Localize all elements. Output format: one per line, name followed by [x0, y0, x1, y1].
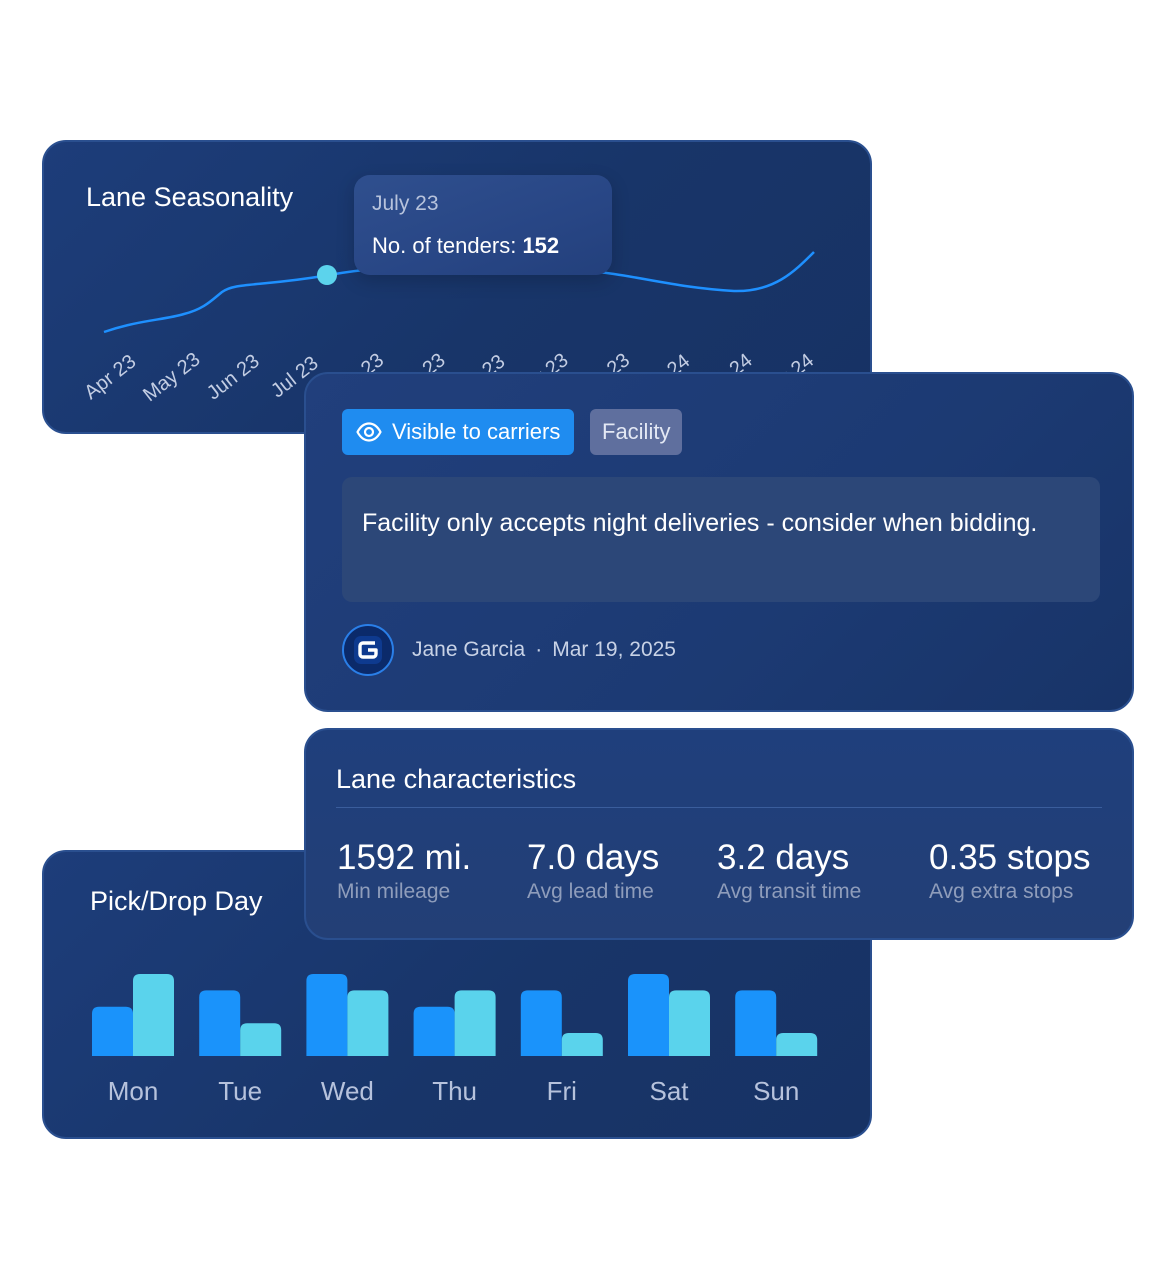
- bar-tue-series-1[interactable]: [199, 990, 241, 1056]
- x-tick-label: May 23: [139, 348, 204, 406]
- day-label: Mon: [108, 1076, 159, 1106]
- eye-icon: [356, 422, 382, 442]
- author-name[interactable]: Jane Garcia: [412, 638, 525, 662]
- metric-value: 1592 mi.: [337, 838, 472, 877]
- bar-wed-series-2[interactable]: [347, 990, 389, 1056]
- metric-avg-transit-time: 3.2 days Avg transit time: [717, 838, 861, 904]
- bar-tue-series-2[interactable]: [240, 1023, 282, 1056]
- g-logo-icon: [353, 635, 383, 665]
- tooltip-date: July 23: [372, 192, 439, 215]
- bar-thu-series-1[interactable]: [413, 1006, 455, 1056]
- bar-mon-series-1[interactable]: [92, 1006, 133, 1056]
- tooltip-label: No. of tenders:: [372, 233, 517, 258]
- note-date: Mar 19, 2025: [552, 638, 676, 661]
- metric-value: 7.0 days: [527, 838, 660, 877]
- x-tick-label: Jun 23: [203, 350, 264, 404]
- bar-wed-series-1[interactable]: [306, 974, 348, 1056]
- separator-dot: ·: [535, 638, 543, 661]
- metric-value: 3.2 days: [717, 838, 850, 877]
- day-label: Thu: [432, 1076, 477, 1106]
- chart-tooltip: July 23 No. of tenders: 152: [354, 175, 612, 275]
- day-label: Tue: [218, 1076, 262, 1106]
- lane-characteristics-card: Lane characteristics 1592 mi. Min mileag…: [304, 728, 1134, 940]
- lane-note-card: Visible to carriers Facility Facility on…: [304, 372, 1134, 712]
- avatar: [342, 624, 394, 676]
- bar-fri-series-1[interactable]: [520, 990, 562, 1056]
- metric-label: Avg transit time: [717, 880, 862, 903]
- visible-to-carriers-badge[interactable]: Visible to carriers: [342, 409, 575, 455]
- metric-min-mileage: 1592 mi. Min mileage: [337, 838, 471, 904]
- metric-value: 0.35 stops: [929, 838, 1091, 877]
- facility-tag-label: Facility: [602, 419, 671, 444]
- bar-sat-series-1[interactable]: [628, 974, 669, 1056]
- bar-sat-series-2[interactable]: [669, 990, 710, 1056]
- day-label: Sun: [753, 1076, 799, 1106]
- bar-mon-series-2[interactable]: [133, 974, 174, 1056]
- metric-label: Avg lead time: [527, 880, 654, 903]
- seasonality-title: Lane Seasonality: [86, 182, 294, 212]
- bar-sun-series-1[interactable]: [735, 990, 777, 1056]
- metric-label: Min mileage: [337, 880, 451, 903]
- note-author-row: Jane Garcia · Mar 19, 2025: [342, 624, 676, 676]
- note-text: Facility only accepts night deliveries -…: [362, 509, 1038, 537]
- x-tick-label: Apr 23: [80, 350, 140, 404]
- bar-fri-series-2[interactable]: [561, 1033, 603, 1056]
- facility-tag[interactable]: Facility: [590, 409, 683, 455]
- characteristics-title: Lane characteristics: [336, 764, 577, 794]
- characteristics-divider: [336, 807, 1102, 808]
- seasonality-highlight-point[interactable]: [317, 265, 337, 285]
- bar-sun-series-2[interactable]: [776, 1033, 818, 1056]
- metric-avg-extra-stops: 0.35 stops Avg extra stops: [929, 838, 1091, 904]
- note-text-box: Facility only accepts night deliveries -…: [342, 477, 1100, 602]
- metric-avg-lead-time: 7.0 days Avg lead time: [527, 838, 659, 904]
- tooltip-row: No. of tenders: 152: [372, 233, 559, 259]
- metric-label: Avg extra stops: [929, 880, 1074, 903]
- day-label: Fri: [547, 1076, 577, 1106]
- bar-thu-series-2[interactable]: [454, 990, 496, 1056]
- day-label: Wed: [321, 1076, 374, 1106]
- tooltip-value: 152: [522, 233, 560, 258]
- visible-label: Visible to carriers: [392, 419, 561, 444]
- day-label: Sat: [649, 1076, 689, 1106]
